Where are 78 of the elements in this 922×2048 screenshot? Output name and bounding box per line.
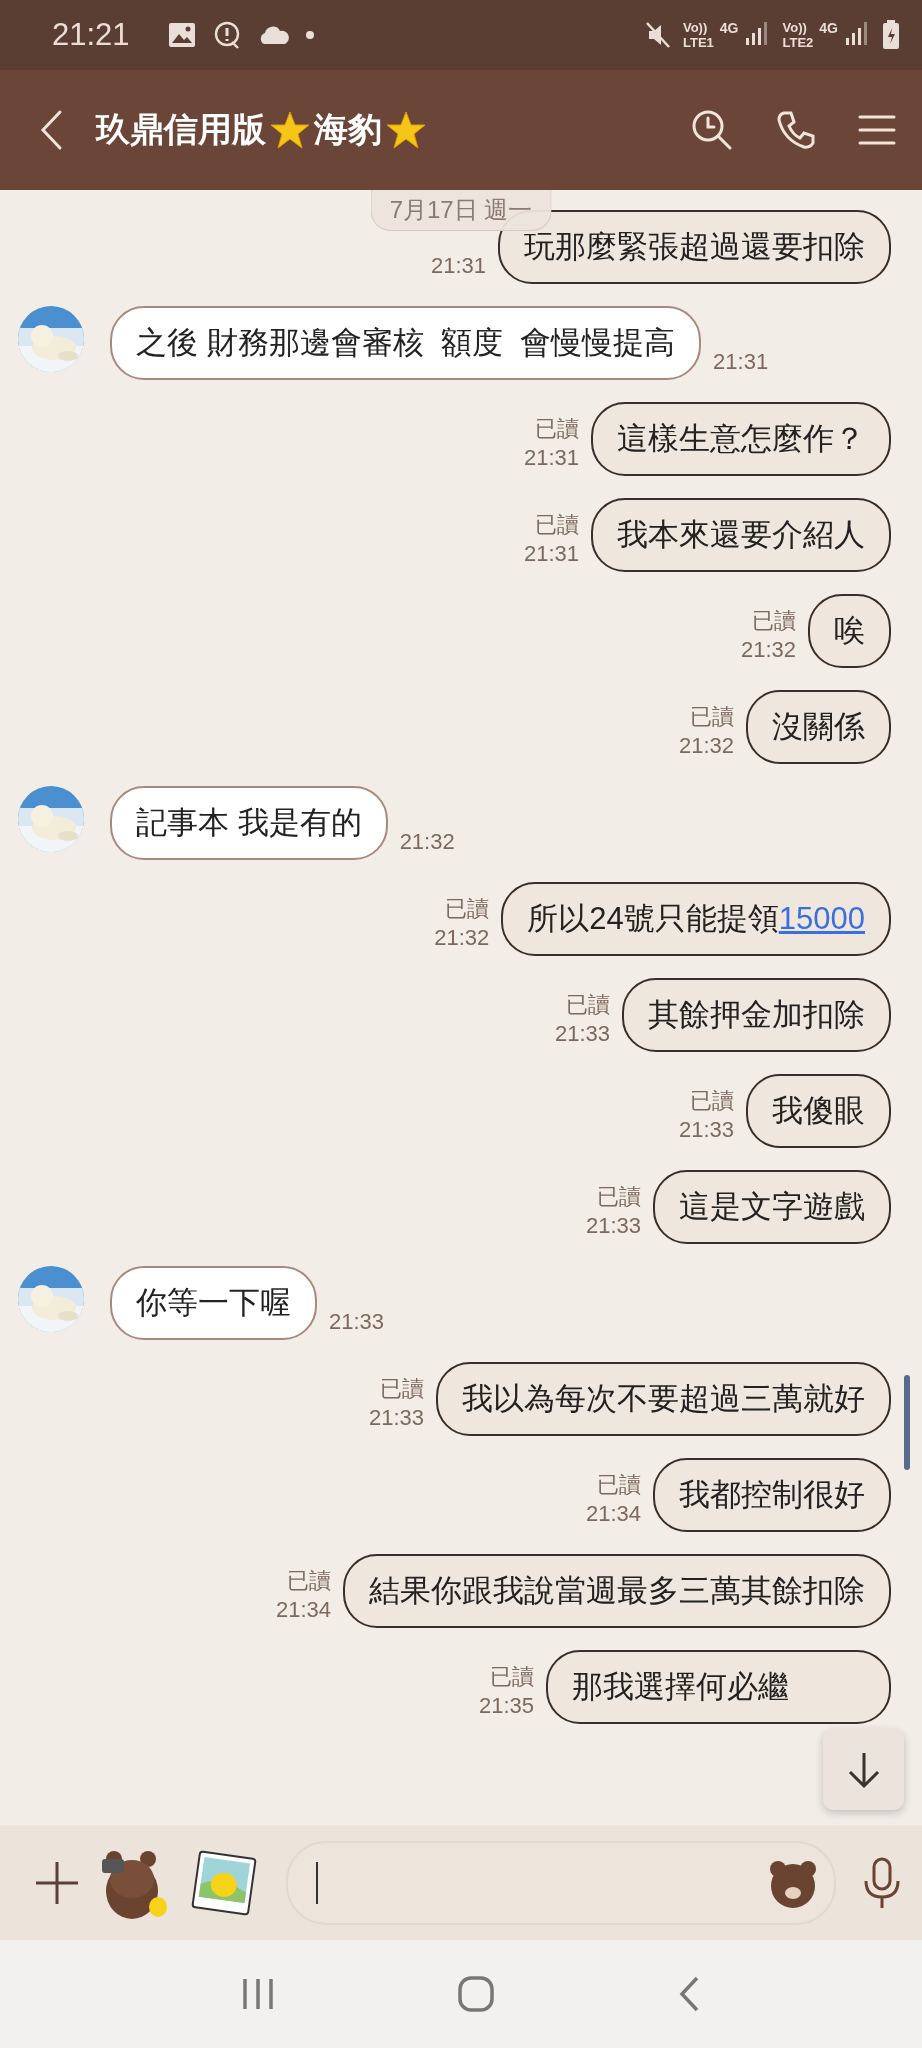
network-label: LTE2 — [782, 35, 814, 50]
clock: 21:21 — [52, 17, 130, 53]
message-bubble: 我傻眼 — [746, 1074, 891, 1148]
recents-button[interactable] — [241, 1977, 275, 2011]
scroll-down-button[interactable] — [823, 1729, 904, 1810]
signal-icon — [844, 20, 870, 46]
read-receipt: 已讀 — [566, 991, 610, 1019]
home-button[interactable] — [457, 1975, 495, 2013]
read-receipt: 已讀 — [380, 1375, 424, 1403]
back-button[interactable] — [38, 109, 64, 151]
read-receipt: 已讀 — [445, 895, 490, 923]
read-receipt: 已讀 — [535, 415, 579, 443]
arrow-down-icon — [846, 1750, 881, 1789]
phone-icon — [776, 110, 816, 150]
message-time: 21:33 — [678, 1116, 734, 1144]
chat-title: 海豹 — [314, 109, 382, 150]
message-bubble: 沒關係 — [746, 690, 891, 764]
message-bubble: 我以為每次不要超過三萬就好 — [436, 1362, 891, 1436]
message-time: 21:33 — [329, 1308, 385, 1336]
read-receipt: 已讀 — [690, 1087, 734, 1115]
back-icon — [677, 1975, 701, 2013]
back-button[interactable] — [677, 1975, 701, 2013]
message-time: 21:31 — [523, 540, 579, 568]
message-bubble: 這是文字遊戲 — [653, 1170, 891, 1244]
back-icon — [38, 109, 64, 151]
read-receipt: 已讀 — [597, 1183, 641, 1211]
read-receipt: 已讀 — [597, 1471, 641, 1499]
message-time: 21:34 — [585, 1500, 641, 1528]
home-icon — [457, 1975, 495, 2013]
menu-button[interactable] — [858, 114, 896, 146]
search-icon — [690, 108, 734, 152]
read-receipt: 已讀 — [287, 1567, 331, 1595]
network-generation: 4G — [719, 20, 739, 36]
message-bubble: 我都控制很好 — [653, 1458, 891, 1532]
message-bubble: 我本來還要介紹人 — [591, 498, 891, 572]
message-time: 21:33 — [585, 1212, 641, 1240]
read-receipt: 已讀 — [535, 511, 579, 539]
message-time: 21:35 — [478, 1692, 534, 1720]
link[interactable]: 15000 — [778, 901, 865, 936]
message-bubble: 記事本 我是有的 — [110, 786, 388, 860]
plus-icon — [34, 1859, 80, 1906]
message-bubble: 之後 財務那邊會審核 額度 會慢慢提高 — [110, 306, 702, 380]
call-button[interactable] — [776, 110, 816, 150]
battery-icon — [882, 20, 900, 50]
read-receipt: 已讀 — [490, 1663, 534, 1691]
message-bubble: 那我選擇何必繼 — [546, 1650, 891, 1724]
dot-icon — [305, 31, 314, 39]
message-bubble: 其餘押金加扣除 — [622, 978, 891, 1052]
message-time: 21:33 — [554, 1020, 610, 1048]
message-time: 21:32 — [740, 636, 796, 664]
add-button[interactable] — [34, 1859, 80, 1906]
message-bubble: 結果你跟我說當週最多三萬其餘扣除 — [343, 1554, 891, 1628]
message-time: 21:32 — [678, 732, 734, 760]
message-time: 21:31 — [430, 252, 486, 280]
gallery-icon — [167, 22, 196, 48]
message-time: 21:34 — [275, 1596, 331, 1624]
message-time: 21:33 — [368, 1404, 424, 1432]
chat-title: 玖鼎信用版 — [96, 109, 266, 150]
read-receipt: 已讀 — [752, 607, 796, 635]
mute-icon — [644, 21, 671, 49]
message-time: 21:32 — [434, 924, 490, 952]
recents-icon — [241, 1977, 275, 2011]
search-button[interactable] — [690, 108, 734, 152]
menu-icon — [858, 114, 896, 146]
message-bubble: 這樣生意怎麼作？ — [591, 402, 891, 476]
message-time: 21:31 — [713, 348, 769, 376]
volte-label: Vo)) — [682, 20, 709, 35]
network-generation: 4G — [819, 20, 838, 36]
mic-button[interactable] — [862, 1856, 902, 1909]
read-receipt: 已讀 — [690, 703, 734, 731]
message-text: 所以24號只能提領 — [527, 901, 779, 936]
microphone-icon — [862, 1856, 902, 1909]
message-time: 21:32 — [399, 828, 455, 856]
volte-label: Vo)) — [782, 20, 808, 35]
message-time: 21:31 — [523, 444, 579, 472]
network-label: LTE1 — [682, 35, 714, 50]
message-bubble: 唉 — [808, 594, 891, 668]
message-bubble: 你等一下喔 — [110, 1266, 317, 1340]
